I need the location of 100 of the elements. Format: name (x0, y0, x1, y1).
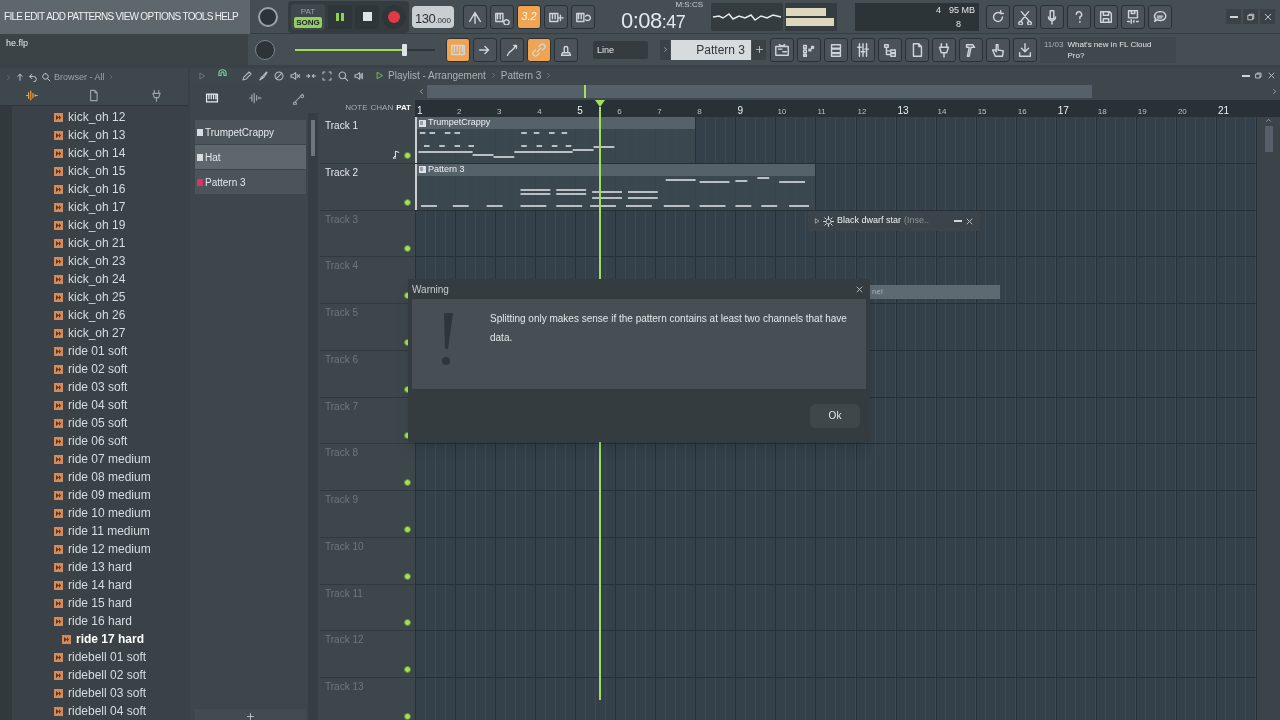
track-enable-button[interactable] (404, 712, 411, 720)
loop-record-button[interactable] (571, 4, 595, 29)
piano-roll-button[interactable] (446, 37, 470, 62)
browser-item[interactable]: ride 15 hard (68, 594, 133, 612)
browser-item[interactable]: kick_oh 14 (68, 144, 126, 162)
snap-dropdown[interactable]: Line (593, 40, 648, 59)
track-enable-button[interactable] (404, 245, 411, 253)
playlist-restore-button[interactable] (1254, 71, 1263, 80)
menu-item[interactable]: OPTIONS (140, 9, 181, 24)
project-info-button[interactable] (905, 37, 929, 62)
project-file-field[interactable]: he.flp (0, 34, 248, 65)
wait-for-input-button[interactable] (490, 4, 514, 29)
browser-item[interactable]: kick_oh 27 (68, 324, 126, 342)
pattern-clip[interactable]: Pattern 3 (415, 163, 815, 210)
menu-item[interactable]: PATTERNS (67, 9, 114, 24)
browser-item[interactable]: kick_oh 19 (68, 216, 126, 234)
select-corners-tool[interactable] (321, 69, 333, 82)
piano-roll-view-button[interactable] (204, 91, 219, 105)
browser-item[interactable]: ridebell 02 soft (68, 666, 147, 684)
pattern-selector[interactable]: Pattern 3 (671, 39, 751, 60)
help-button[interactable] (1067, 4, 1091, 29)
track-label[interactable]: Track 2 (325, 164, 358, 180)
track-enable-button[interactable] (404, 479, 411, 486)
browser-item[interactable]: ride 09 medium (68, 486, 151, 504)
browser-item[interactable]: kick_oh 24 (68, 270, 126, 288)
mixer-button[interactable] (851, 37, 875, 62)
export-button[interactable] (1121, 4, 1145, 29)
plugin-window-bar[interactable]: Black dwarf star (Inse.. (808, 211, 980, 231)
news-headline[interactable]: What's new in FL Cloud Pro? (1067, 38, 1168, 61)
scrollbar-thumb[interactable] (311, 120, 315, 156)
track-enable-button[interactable] (404, 525, 411, 533)
browser-item[interactable]: kick_oh 23 (68, 252, 126, 270)
restore-button[interactable] (1243, 9, 1258, 24)
playlist-close-button[interactable] (1267, 71, 1276, 80)
feedback-button[interactable] (1148, 4, 1172, 29)
browser-item[interactable]: ride 03 soft (68, 378, 128, 396)
dialog-ok-button[interactable]: Ok (810, 403, 860, 428)
browser-item[interactable]: kick_oh 16 (68, 180, 126, 198)
picker-tab[interactable]: CHAN (370, 102, 394, 114)
link-button[interactable] (527, 37, 551, 62)
mute-speaker-tool[interactable] (289, 69, 301, 82)
pitch-knob[interactable] (255, 39, 275, 60)
pattern-song-toggle[interactable]: PAT SONG (291, 3, 325, 30)
channel-rack-button[interactable] (824, 37, 848, 62)
download-button[interactable] (1013, 37, 1037, 62)
pattern-item[interactable]: Hat (195, 145, 306, 169)
browser-item[interactable]: kick_oh 13 (68, 126, 126, 144)
menu-item[interactable]: FILE (4, 9, 23, 24)
browser-item[interactable]: kick_oh 17 (68, 198, 126, 216)
track-enable-button[interactable] (404, 198, 411, 206)
browser-item[interactable]: ride 16 hard (68, 612, 133, 630)
menu-item[interactable]: ADD (46, 9, 66, 24)
record-audio-button[interactable] (1040, 4, 1064, 29)
browser-item[interactable]: ride 14 hard (68, 576, 133, 594)
menu-item[interactable]: TOOLS (182, 9, 213, 24)
horizontal-scrollbar[interactable] (427, 85, 1092, 98)
stamp-button[interactable] (554, 37, 578, 62)
undo-button[interactable] (986, 4, 1010, 29)
pause-button[interactable] (328, 4, 352, 29)
browser-item[interactable]: ride 02 soft (68, 360, 128, 378)
volume-knob[interactable] (258, 6, 278, 27)
browser-item[interactable]: kick_oh 12 (68, 108, 126, 126)
picker-tab[interactable]: PAT (396, 102, 411, 114)
arrow-button[interactable] (473, 37, 497, 62)
piano-roll-window-button[interactable] (797, 37, 821, 62)
browser-item[interactable]: ride 13 hard (68, 558, 133, 576)
brush-tool[interactable] (257, 69, 269, 82)
playlist-button[interactable] (770, 37, 794, 62)
browser-item[interactable]: ride 06 soft (68, 432, 128, 450)
save-button[interactable] (1094, 4, 1118, 29)
minimize-button[interactable] (1226, 9, 1241, 24)
stop-button[interactable] (355, 4, 379, 29)
browser-item[interactable]: kick_oh 26 (68, 306, 126, 324)
browser-item[interactable]: ridebell 01 soft (68, 648, 147, 666)
cut-button[interactable] (1013, 4, 1037, 29)
browser-item[interactable]: kick_oh 15 (68, 162, 126, 180)
browser-item[interactable]: kick_oh 25 (68, 288, 126, 306)
menu-item[interactable]: VIEW (115, 9, 139, 24)
touch-controller-button[interactable] (959, 37, 983, 62)
step-edit-button[interactable] (544, 4, 568, 29)
speaker-tool[interactable] (353, 69, 365, 82)
add-pattern-button[interactable] (752, 39, 766, 60)
track-enable-button[interactable] (404, 572, 411, 580)
pattern-item[interactable]: Pattern 3 (195, 170, 306, 194)
menu-item[interactable]: HELP (214, 9, 238, 24)
browser-item[interactable]: kick_oh 21 (68, 234, 126, 252)
browser-item[interactable]: ride 10 medium (68, 504, 151, 522)
master-volume-slider[interactable] (295, 43, 435, 56)
plugin-database-button[interactable] (932, 37, 956, 62)
pencil-tool[interactable] (241, 69, 253, 82)
news-panel[interactable]: 11/03 What's new in FL Cloud Pro? (1040, 36, 1176, 63)
browser-button[interactable] (878, 37, 902, 62)
audio-view-button[interactable] (248, 91, 263, 105)
browser-item[interactable]: ridebell 03 soft (68, 684, 147, 702)
vertical-scrollbar-thumb[interactable] (1264, 126, 1273, 152)
curve-button[interactable] (500, 37, 524, 62)
browser-item[interactable]: ride 08 medium (68, 468, 151, 486)
automation-view-button[interactable] (292, 91, 306, 105)
pointer-button[interactable] (986, 37, 1010, 62)
pattern-clip[interactable]: TrumpetCrappy (415, 117, 695, 163)
